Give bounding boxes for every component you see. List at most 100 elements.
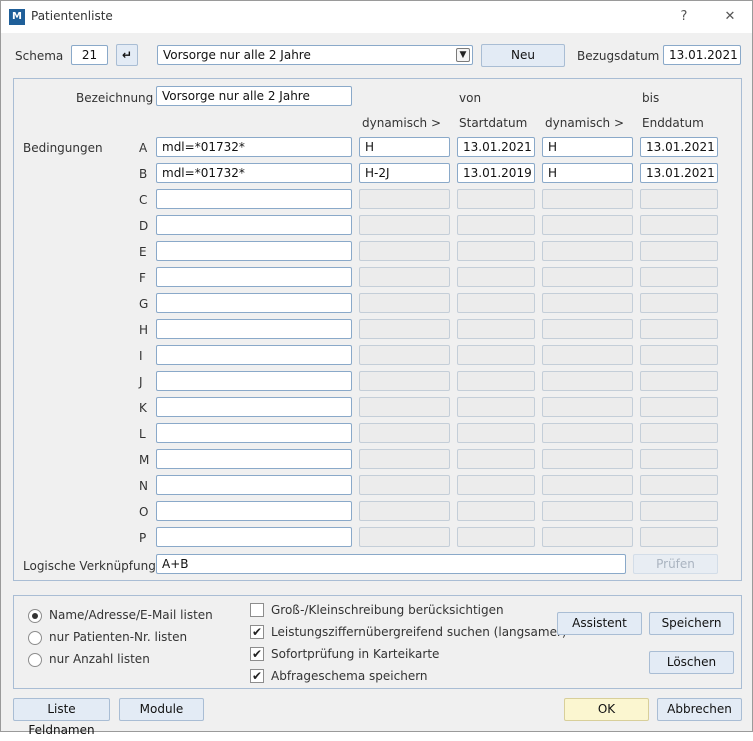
condition-dyn1-field[interactable]: H (359, 137, 450, 157)
condition-cond-field[interactable] (156, 267, 352, 287)
option-checkbox[interactable]: ✔ (250, 625, 264, 639)
condition-end-field[interactable] (640, 293, 718, 313)
schema-number-field[interactable]: 21 (71, 45, 108, 65)
field-names-button[interactable]: Liste Feldnamen (13, 698, 110, 737)
condition-end-field[interactable] (640, 449, 718, 469)
condition-dyn2-field[interactable] (542, 449, 633, 469)
list-mode-radio-label[interactable]: nur Anzahl listen (49, 652, 150, 666)
help-button[interactable]: ? (669, 5, 699, 29)
condition-start-field[interactable] (457, 215, 535, 235)
condition-start-field[interactable] (457, 241, 535, 261)
condition-dyn2-field[interactable] (542, 527, 633, 547)
condition-end-field[interactable] (640, 501, 718, 521)
option-checkbox-label[interactable]: Sofortprüfung in Karteikarte (271, 647, 439, 661)
condition-dyn1-field[interactable] (359, 449, 450, 469)
condition-start-field[interactable] (457, 319, 535, 339)
condition-end-field[interactable] (640, 241, 718, 261)
close-button[interactable]: ✕ (715, 5, 745, 29)
bezeichnung-field[interactable]: Vorsorge nur alle 2 Jahre (156, 86, 352, 106)
condition-start-field[interactable]: 13.01.2019 (457, 163, 535, 183)
condition-cond-field[interactable]: mdl=*01732* (156, 137, 352, 157)
condition-dyn1-field[interactable] (359, 345, 450, 365)
condition-cond-field[interactable] (156, 345, 352, 365)
new-button[interactable]: Neu (481, 44, 565, 67)
condition-cond-field[interactable] (156, 241, 352, 261)
condition-cond-field[interactable] (156, 293, 352, 313)
condition-dyn1-field[interactable] (359, 293, 450, 313)
condition-dyn1-field[interactable] (359, 241, 450, 261)
condition-end-field[interactable] (640, 397, 718, 417)
schema-select[interactable]: Vorsorge nur alle 2 Jahre ▼ (157, 45, 473, 65)
condition-start-field[interactable] (457, 293, 535, 313)
condition-end-field[interactable] (640, 475, 718, 495)
condition-dyn2-field[interactable] (542, 397, 633, 417)
condition-cond-field[interactable] (156, 215, 352, 235)
ref-date-field[interactable]: 13.01.2021 (663, 45, 741, 65)
condition-start-field[interactable] (457, 527, 535, 547)
condition-dyn2-field[interactable] (542, 501, 633, 521)
condition-dyn2-field[interactable] (542, 267, 633, 287)
condition-dyn2-field[interactable] (542, 423, 633, 443)
condition-start-field[interactable] (457, 449, 535, 469)
assistant-button[interactable]: Assistent (557, 612, 642, 635)
condition-dyn1-field[interactable] (359, 501, 450, 521)
condition-dyn2-field[interactable] (542, 475, 633, 495)
condition-end-field[interactable] (640, 189, 718, 209)
condition-dyn1-field[interactable] (359, 527, 450, 547)
save-button[interactable]: Speichern (649, 612, 734, 635)
modules-button[interactable]: Module (119, 698, 204, 721)
enter-button[interactable]: ↵ (116, 44, 138, 66)
condition-cond-field[interactable]: mdl=*01732* (156, 163, 352, 183)
condition-dyn2-field[interactable]: H (542, 163, 633, 183)
condition-start-field[interactable] (457, 475, 535, 495)
option-checkbox[interactable]: ✔ (250, 669, 264, 683)
condition-cond-field[interactable] (156, 449, 352, 469)
condition-dyn1-field[interactable] (359, 319, 450, 339)
condition-cond-field[interactable] (156, 423, 352, 443)
check-button[interactable]: Prüfen (633, 554, 718, 574)
condition-cond-field[interactable] (156, 501, 352, 521)
list-mode-radio-label[interactable]: Name/Adresse/E-Mail listen (49, 608, 213, 622)
condition-dyn1-field[interactable] (359, 189, 450, 209)
list-mode-radio[interactable] (28, 631, 42, 645)
condition-end-field[interactable] (640, 527, 718, 547)
condition-dyn2-field[interactable] (542, 189, 633, 209)
condition-dyn1-field[interactable] (359, 397, 450, 417)
condition-dyn2-field[interactable] (542, 371, 633, 391)
condition-start-field[interactable] (457, 371, 535, 391)
condition-end-field[interactable] (640, 319, 718, 339)
condition-cond-field[interactable] (156, 527, 352, 547)
option-checkbox-label[interactable]: Abfrageschema speichern (271, 669, 428, 683)
cancel-button[interactable]: Abbrechen (657, 698, 742, 721)
condition-start-field[interactable] (457, 345, 535, 365)
condition-cond-field[interactable] (156, 189, 352, 209)
condition-end-field[interactable]: 13.01.2021 (640, 137, 718, 157)
condition-end-field[interactable] (640, 267, 718, 287)
condition-cond-field[interactable] (156, 475, 352, 495)
condition-dyn1-field[interactable] (359, 215, 450, 235)
condition-dyn2-field[interactable] (542, 215, 633, 235)
condition-end-field[interactable] (640, 371, 718, 391)
condition-cond-field[interactable] (156, 319, 352, 339)
condition-end-field[interactable] (640, 423, 718, 443)
condition-dyn2-field[interactable] (542, 345, 633, 365)
option-checkbox-label[interactable]: Groß-/Kleinschreibung berücksichtigen (271, 603, 504, 617)
condition-dyn1-field[interactable] (359, 475, 450, 495)
condition-start-field[interactable] (457, 501, 535, 521)
condition-dyn2-field[interactable] (542, 241, 633, 261)
condition-start-field[interactable] (457, 267, 535, 287)
condition-start-field[interactable]: 13.01.2021 (457, 137, 535, 157)
condition-cond-field[interactable] (156, 371, 352, 391)
condition-cond-field[interactable] (156, 397, 352, 417)
logic-field[interactable]: A+B (156, 554, 626, 574)
option-checkbox[interactable]: ✔ (250, 647, 264, 661)
condition-end-field[interactable] (640, 215, 718, 235)
condition-dyn1-field[interactable] (359, 267, 450, 287)
ok-button[interactable]: OK (564, 698, 649, 721)
option-checkbox-label[interactable]: Leistungsziffernübergreifend suchen (lan… (271, 625, 567, 639)
condition-end-field[interactable]: 13.01.2021 (640, 163, 718, 183)
condition-dyn2-field[interactable]: H (542, 137, 633, 157)
list-mode-radio[interactable] (28, 609, 42, 623)
condition-dyn1-field[interactable]: H-2J (359, 163, 450, 183)
condition-start-field[interactable] (457, 397, 535, 417)
